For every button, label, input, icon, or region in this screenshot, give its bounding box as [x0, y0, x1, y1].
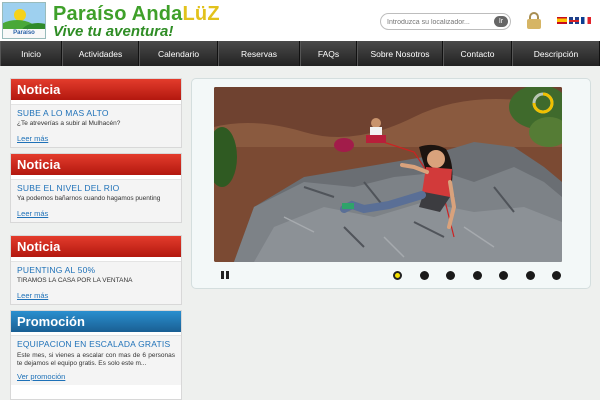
card-heading: Promoción [11, 311, 181, 332]
card-body: EQUIPACION EN ESCALADA GRATIS Este mes, … [11, 335, 181, 385]
card-text: Ya podemos bañarnos cuando hagamos puent… [17, 195, 161, 202]
read-more-link[interactable]: Leer más [17, 209, 175, 222]
slide-dot[interactable] [419, 271, 429, 280]
locator-search-input[interactable] [387, 16, 487, 28]
nav-item-actividades[interactable]: Actividades [62, 41, 139, 66]
loading-spinner-icon [532, 92, 554, 114]
card-title[interactable]: EQUIPACION EN ESCALADA GRATIS [17, 339, 175, 349]
locator-search: Ir [380, 13, 511, 30]
site-header: Paraíso Andalüz Paraíso AndaLüZ Vive tu … [0, 0, 600, 41]
card-heading: Noticia [11, 236, 181, 257]
news-card: Noticia SUBE EL NIVEL DEL RIO Ya podemos… [10, 153, 182, 223]
promo-card: Promoción EQUIPACION EN ESCALADA GRATIS … [10, 310, 182, 400]
slide-dot[interactable] [393, 271, 402, 280]
card-text: TIRAMOS LA CASA POR LA VENTANA [17, 277, 133, 284]
logo-caption: Paraíso Andalüz [3, 29, 45, 38]
nav-item-reservas[interactable]: Reservas [218, 41, 300, 66]
card-text: Este mes, si vienes a escalar con mas de… [17, 352, 175, 367]
card-heading: Noticia [11, 154, 181, 175]
card-title[interactable]: SUBE EL NIVEL DEL RIO [17, 183, 175, 193]
read-more-link[interactable]: Leer más [17, 134, 175, 147]
main-nav: Inicio Actividades Calendario Reservas F… [0, 41, 600, 66]
view-promo-link[interactable]: Ver promoción [17, 372, 175, 385]
lock-icon[interactable] [527, 12, 541, 29]
nav-item-sobre-nosotros[interactable]: Sobre Nosotros [357, 41, 443, 66]
search-submit-button[interactable]: Ir [494, 16, 508, 27]
card-body: SUBE A LO MAS ALTO ¿Te atreverías a subi… [11, 104, 181, 147]
slide-dot[interactable] [446, 271, 455, 280]
uk-flag-icon[interactable] [569, 17, 579, 24]
site-logo[interactable]: Paraíso Andalüz [2, 2, 46, 39]
nav-item-descripcion[interactable]: Descripción [512, 41, 600, 66]
spain-flag-icon[interactable] [557, 17, 567, 24]
card-text: ¿Te atreverías a subir al Mulhacén? [17, 120, 121, 127]
nav-item-faqs[interactable]: FAQs [300, 41, 357, 66]
pause-button[interactable] [221, 271, 229, 279]
slide-dot[interactable] [472, 271, 482, 280]
slide-dot[interactable] [525, 271, 535, 280]
slide-dot[interactable] [499, 271, 508, 280]
tagline: Vive tu aventura! [53, 23, 174, 40]
brand-prefix: Paraíso Anda [53, 3, 183, 25]
card-body: SUBE EL NIVEL DEL RIO Ya podemos bañarno… [11, 179, 181, 222]
france-flag-icon[interactable] [581, 17, 591, 24]
image-slider [191, 78, 591, 289]
card-heading: Noticia [11, 79, 181, 100]
card-body: PUENTING AL 50% TIRAMOS LA CASA POR LA V… [11, 261, 181, 304]
brand-accent: LüZ [182, 3, 220, 25]
slide-image[interactable] [214, 87, 562, 262]
card-title[interactable]: PUENTING AL 50% [17, 265, 175, 275]
card-title[interactable]: SUBE A LO MAS ALTO [17, 108, 175, 118]
nav-item-contacto[interactable]: Contacto [443, 41, 512, 66]
slide-dot[interactable] [552, 271, 561, 280]
slide-pagination [393, 271, 561, 280]
news-card: Noticia PUENTING AL 50% TIRAMOS LA CASA … [10, 235, 182, 305]
nav-item-calendario[interactable]: Calendario [139, 41, 218, 66]
language-selector [557, 17, 591, 24]
nav-item-inicio[interactable]: Inicio [0, 41, 62, 66]
read-more-link[interactable]: Leer más [17, 291, 175, 304]
news-card: Noticia SUBE A LO MAS ALTO ¿Te atrevería… [10, 78, 182, 148]
